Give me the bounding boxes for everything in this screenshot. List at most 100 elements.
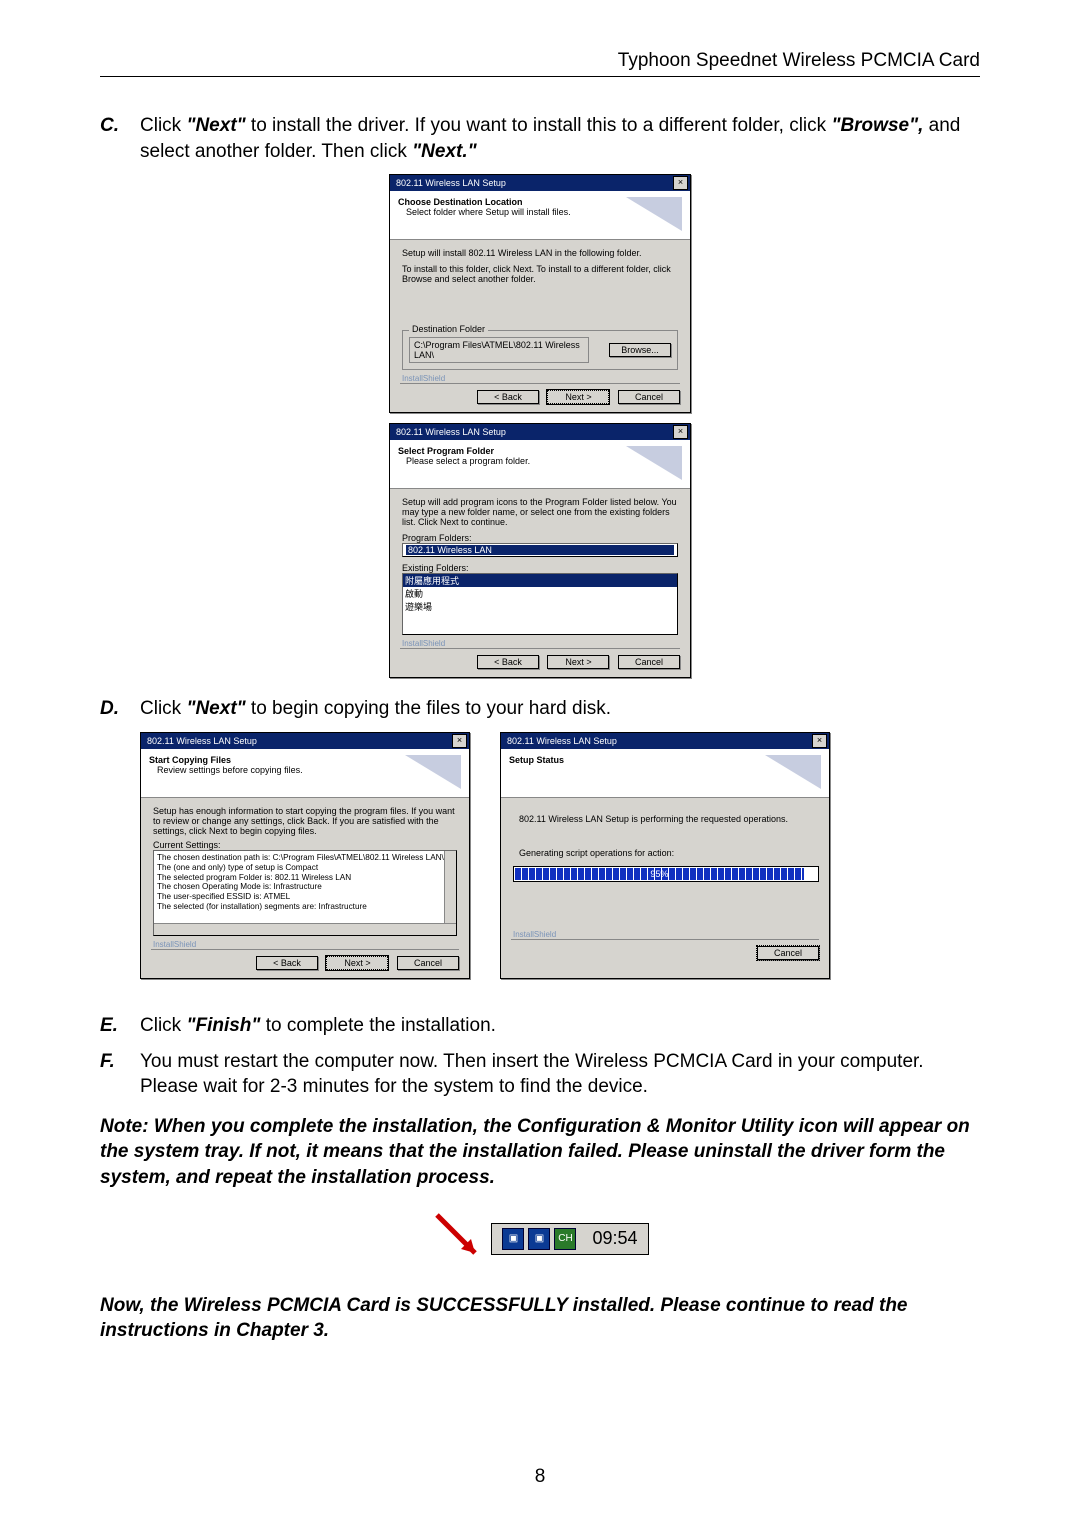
progress-percent: 95% [650,869,668,879]
dlg2-title: 802.11 Wireless LAN Setup [396,427,506,437]
tray-ime-icon[interactable]: CH [554,1228,576,1250]
step-e-post: to complete the installation. [260,1015,496,1036]
program-folder-value: 802.11 Wireless LAN [406,545,674,555]
dlg4-line1: 802.11 Wireless LAN Setup is performing … [519,814,817,824]
settings-line: The selected (for installation) segments… [157,902,453,912]
next-button[interactable]: Next > [547,390,609,404]
panel-decor [626,197,682,231]
header-product: Typhoon Speednet Wireless PCMCIA Card [100,50,980,77]
panel-decor [405,755,461,789]
program-folders-label: Program Folders: [402,533,678,543]
dlg4-title: 802.11 Wireless LAN Setup [507,736,617,746]
installshield-brand: InstallShield [141,940,469,949]
next-button[interactable]: Next > [326,956,388,970]
settings-line: The chosen destination path is: C:\Progr… [157,853,453,863]
list-item[interactable]: 附屬應用程式 [403,574,677,587]
dialog-setup-status: 802.11 Wireless LAN Setup × Setup Status… [500,732,830,979]
dlg1-line1: Setup will install 802.11 Wireless LAN i… [402,248,678,258]
dlg4-line2: Generating script operations for action: [519,848,817,858]
close-icon[interactable]: × [673,425,688,439]
settings-line: The user-specified ESSID is: ATMEL [157,892,453,902]
installshield-brand: InstallShield [390,374,690,383]
installshield-brand: InstallShield [390,639,690,648]
step-d-text: Click "Next" to begin copying the files … [140,696,980,722]
dlg3-heading: Start Copying Files [149,755,303,765]
dlg2-heading: Select Program Folder [398,446,530,456]
dialog-choose-destination: 802.11 Wireless LAN Setup × Choose Desti… [389,174,691,413]
back-button[interactable]: < Back [477,390,539,404]
progress-fill: 95% [515,868,804,880]
step-e-text: Click "Finish" to complete the installat… [140,1013,980,1039]
list-item[interactable]: 啟動 [403,587,677,600]
dlg3-title: 802.11 Wireless LAN Setup [147,736,257,746]
step-f: F. You must restart the computer now. Th… [100,1049,980,1100]
step-e-q: "Finish" [186,1015,260,1036]
system-tray: ▣ ▣ CH 09:54 [491,1223,648,1255]
tray-clock: 09:54 [592,1228,637,1249]
program-folder-input[interactable]: 802.11 Wireless LAN [402,543,678,557]
step-c-q3: "Next." [412,141,476,162]
step-c-mid: to install the driver. If you want to in… [246,115,832,136]
close-icon[interactable]: × [812,734,827,748]
note-install-icon: Note: When you complete the installation… [100,1114,980,1191]
dialog-select-program-folder: 802.11 Wireless LAN Setup × Select Progr… [389,423,691,678]
close-icon[interactable]: × [452,734,467,748]
step-c-q1: "Next" [186,115,245,136]
dlg3-line1: Setup has enough information to start co… [153,806,457,836]
close-icon[interactable]: × [673,176,688,190]
existing-folders-list[interactable]: 附屬應用程式 啟動 遊樂場 [402,573,678,635]
cancel-button[interactable]: Cancel [757,946,819,960]
settings-line: The (one and only) type of setup is Comp… [157,863,453,873]
step-c-q2: "Browse", [831,115,923,136]
dlg1-heading: Choose Destination Location [398,197,571,207]
current-settings-label: Current Settings: [153,840,457,850]
dlg3-sub: Review settings before copying files. [157,765,303,775]
destination-folder-legend: Destination Folder [409,324,488,334]
settings-line: The chosen Operating Mode is: Infrastruc… [157,882,453,892]
dlg1-line2: To install to this folder, click Next. T… [402,264,678,284]
dlg2-line1: Setup will add program icons to the Prog… [402,497,678,527]
step-c-pre: Click [140,115,186,136]
cancel-button[interactable]: Cancel [397,956,459,970]
dlg4-heading: Setup Status [509,755,564,765]
step-e-pre: Click [140,1015,186,1036]
step-e: E. Click "Finish" to complete the instal… [100,1013,980,1039]
cancel-button[interactable]: Cancel [618,655,680,669]
dlg1-title: 802.11 Wireless LAN Setup [396,178,506,188]
list-item[interactable]: 遊樂場 [403,600,677,613]
tray-network-icon[interactable]: ▣ [528,1228,550,1250]
scrollbar[interactable] [154,923,456,935]
step-d-q: "Next" [186,698,245,719]
dlg1-panel: Choose Destination Location Select folde… [390,191,690,240]
installshield-brand: InstallShield [501,930,829,939]
panel-decor [626,446,682,480]
back-button[interactable]: < Back [256,956,318,970]
destination-folder-group: Destination Folder C:\Program Files\ATME… [402,330,678,370]
step-c-letter: C. [100,113,140,164]
page-number: 8 [0,1466,1080,1488]
step-f-text: You must restart the computer now. Then … [140,1049,980,1100]
step-d: D. Click "Next" to begin copying the fil… [100,696,980,722]
next-button[interactable]: Next > [547,655,609,669]
progress-bar: 95% [513,866,819,882]
cancel-button[interactable]: Cancel [618,390,680,404]
note-success: Now, the Wireless PCMCIA Card is SUCCESS… [100,1293,980,1344]
dlg2-sub: Please select a program folder. [406,456,530,466]
dlg1-sub: Select folder where Setup will install f… [406,207,571,217]
step-c-text: Click "Next" to install the driver. If y… [140,113,980,164]
back-button[interactable]: < Back [477,655,539,669]
settings-line: The selected program Folder is: 802.11 W… [157,873,453,883]
destination-path: C:\Program Files\ATMEL\802.11 Wireless L… [409,337,589,363]
current-settings-box[interactable]: The chosen destination path is: C:\Progr… [153,850,457,936]
step-d-letter: D. [100,696,140,722]
step-d-post: to begin copying the files to your hard … [246,698,611,719]
dialog-start-copying: 802.11 Wireless LAN Setup × Start Copyin… [140,732,470,979]
system-tray-figure: ▣ ▣ CH 09:54 [100,1209,980,1269]
browse-button[interactable]: Browse... [609,343,671,357]
step-e-letter: E. [100,1013,140,1039]
step-c: C. Click "Next" to install the driver. I… [100,113,980,164]
step-f-letter: F. [100,1049,140,1100]
tray-utility-icon[interactable]: ▣ [502,1228,524,1250]
dlg1-titlebar: 802.11 Wireless LAN Setup × [390,175,690,191]
step-d-pre: Click [140,698,186,719]
